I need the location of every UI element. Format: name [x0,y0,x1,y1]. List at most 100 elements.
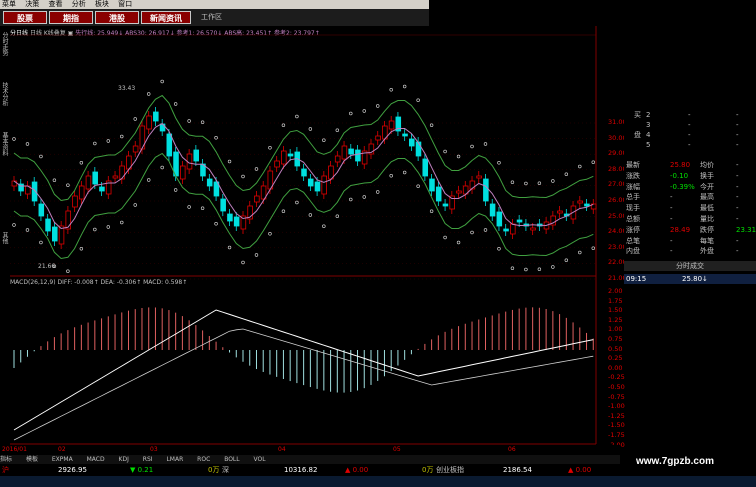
tab-kdj[interactable]: KDJ [119,456,129,463]
order-volume: - [736,111,739,119]
sar-dot [160,79,164,84]
candle [314,181,321,192]
quote-stat-row: 内盘 - 外盘 - [624,246,756,256]
stat-label: 换手 [700,171,714,180]
sar-dot [254,167,259,171]
candle [45,218,51,232]
candle [530,227,536,231]
sar-dot [241,260,245,265]
date-label: 04 [278,446,286,453]
tab-macd[interactable]: MACD [87,456,105,463]
sar-dot [551,179,555,183]
date-label: 05 [393,446,401,453]
sar-dot [281,123,286,127]
quote-stat-row: 总手 - 最高 - [624,192,756,202]
order-side: 盘 [634,131,641,139]
macd-tick: 1.75 [608,296,623,305]
chart-canvas: 33.43 21.66 [10,26,597,445]
stat-value: - [736,182,739,191]
candle [227,213,233,222]
macd-tick: -1.50 [608,421,625,430]
order-volume: - [736,131,739,139]
candle [476,175,482,179]
stat-value: 25.80 [670,161,691,169]
sar-dot [241,174,245,179]
tab-indicator[interactable]: 指标 [0,456,12,463]
watermark: www.7gpzb.com [636,456,714,467]
futures-button[interactable]: 期指 [49,11,93,24]
quote-panel: 买 2 - - 3 - - 盘 4 - - 5 - - 最新 25.80 均价 - 涨跌 -0.10 换手 - 涨幅 -0.3… [624,110,756,285]
candle [206,178,213,187]
tick-row: 09:15 25.80↓ [624,274,756,284]
low-annotation: 21.66 [38,263,55,270]
sar-dot [578,164,582,169]
candle [220,198,226,212]
stat-label: 总手 [626,193,640,202]
sh-index: 2926.95 [58,466,87,474]
sar-dot [510,180,515,184]
top-toolbar: 股票 期指 港股 新闻资讯 工作区 [0,9,429,26]
candle [38,203,45,217]
cy-label: 创业板指 [436,466,464,474]
menu-item-3[interactable]: 分析 [72,0,86,8]
candle [52,226,58,242]
sar-dot [483,228,488,232]
sar-dot [524,267,528,272]
tab-roc[interactable]: ROC [197,456,210,463]
stock-button[interactable]: 股票 [3,11,47,24]
sar-dot [362,109,366,113]
sar-dot [106,225,110,229]
stat-label: 最低 [700,204,714,213]
tab-lmar[interactable]: LMAR [166,456,183,463]
sar-dot [214,222,218,226]
sar-dot [133,203,137,207]
sar-dot [160,165,164,170]
menu-item-4[interactable]: 板块 [95,0,109,8]
macd-tick: 0.75 [608,335,623,343]
candle [496,211,503,227]
order-book-row: 5 - - [624,140,756,150]
order-book-row: 买2 - - [624,110,756,120]
tab-rsi[interactable]: RSI [143,456,153,463]
sar-dot [187,205,191,209]
tab-template[interactable]: 模板 [26,456,38,463]
candle [435,186,442,202]
stat-value: - [736,193,739,202]
order-level: 3 [646,121,651,129]
sar-dot [349,111,353,116]
tab-expma[interactable]: EXPMA [52,456,73,463]
sar-dot [227,245,232,250]
menu-item-0[interactable]: 菜单 [2,0,16,8]
stat-label: 总额 [626,215,640,223]
news-button[interactable]: 新闻资讯 [141,11,191,24]
order-side: 买 [634,111,641,119]
sar-dot [173,102,178,106]
sar-dot [93,227,97,232]
stat-label: 最高 [700,193,714,202]
menu-item-5[interactable]: 窗口 [118,0,132,8]
menu-item-1[interactable]: 决策 [25,0,39,8]
hk-stock-button[interactable]: 港股 [95,11,139,24]
stat-label: 均价 [700,161,714,169]
macd-tick: 0.25 [608,354,623,363]
stat-value: - [670,247,673,256]
ticks-header[interactable]: 分时成交 [624,261,756,271]
tab-vol[interactable]: VOL [254,456,266,463]
candle [409,138,415,147]
date-label: 03 [150,446,158,453]
macd-tick: 0.50 [608,344,623,353]
workspace-tab[interactable]: 工作区 [201,12,222,22]
sar-dot [79,161,84,165]
candle [307,178,314,187]
stat-value: - [736,236,739,245]
menu-item-2[interactable]: 查看 [48,0,62,8]
sar-dot [281,209,286,213]
tab-boll[interactable]: BOLL [224,456,239,463]
sar-dot [389,174,393,178]
candle [577,200,583,204]
quote-stat-row: 涨幅 -0.39% 今开 - [624,182,756,192]
sar-dot [470,230,474,235]
stat-label: 总笔 [626,236,640,245]
stat-value: - [670,193,673,202]
sh-amount: 0万 [208,466,220,474]
